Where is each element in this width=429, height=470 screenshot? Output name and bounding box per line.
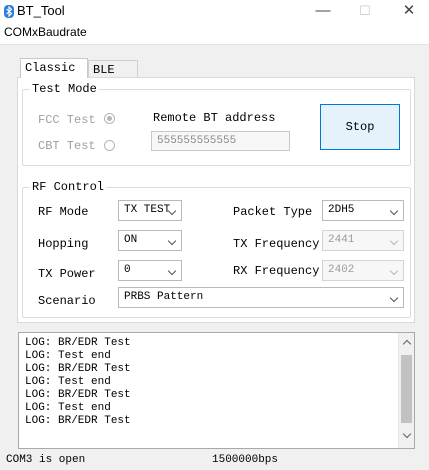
bluetooth-icon xyxy=(4,5,14,18)
cbt-test-radio[interactable] xyxy=(104,140,115,151)
tx-power-value: 0 xyxy=(124,264,131,276)
tx-power-select[interactable]: 0 xyxy=(118,260,182,281)
packet-type-select[interactable]: 2DH5 xyxy=(322,200,404,221)
hopping-select[interactable]: ON xyxy=(118,230,182,251)
remote-bt-address-label: Remote BT address xyxy=(153,111,276,125)
log-line: LOG: BR/EDR Test xyxy=(25,363,131,375)
scenario-value: PRBS Pattern xyxy=(124,291,204,303)
log-line: LOG: Test end xyxy=(25,402,111,414)
rx-frequency-label: RX Frequency xyxy=(233,264,320,278)
hopping-label: Hopping xyxy=(38,237,89,251)
rx-frequency-select[interactable]: 2402 xyxy=(322,260,404,281)
chevron-down-icon xyxy=(389,206,399,216)
log-scrollbar[interactable] xyxy=(398,333,414,448)
chevron-down-icon xyxy=(167,266,177,276)
tx-power-label: TX Power xyxy=(38,267,96,281)
hopping-value: ON xyxy=(124,234,138,246)
rf-mode-value: TX TEST xyxy=(124,204,171,216)
fcc-test-radio[interactable] xyxy=(104,113,115,124)
tab-ble[interactable]: BLE xyxy=(88,60,138,78)
title-bar[interactable]: BT_Tool — ☐ ✕ xyxy=(0,0,429,22)
scroll-thumb[interactable] xyxy=(401,355,412,423)
menu-comx[interactable]: COMx xyxy=(4,25,38,39)
remote-bt-address-field[interactable]: 555555555555 xyxy=(151,131,290,151)
tx-frequency-value: 2441 xyxy=(328,234,355,246)
rf-mode-label: RF Mode xyxy=(38,205,89,219)
scenario-label: Scenario xyxy=(38,294,96,308)
fcc-test-label: FCC Test xyxy=(38,113,96,127)
close-button[interactable]: ✕ xyxy=(394,2,424,20)
log-line: LOG: Test end xyxy=(25,376,111,388)
tx-frequency-select[interactable]: 2441 xyxy=(322,230,404,251)
scenario-select[interactable]: PRBS Pattern xyxy=(118,287,404,308)
scroll-down-icon[interactable] xyxy=(402,429,412,439)
log-line: LOG: BR/EDR Test xyxy=(25,337,131,349)
chevron-down-icon xyxy=(389,236,399,246)
status-port: COM3 is open xyxy=(6,454,86,466)
log-line: LOG: BR/EDR Test xyxy=(25,415,131,427)
chevron-down-icon xyxy=(389,293,399,303)
packet-type-value: 2DH5 xyxy=(328,204,355,216)
tab-classic[interactable]: Classic xyxy=(20,58,88,78)
minimize-button[interactable]: — xyxy=(308,2,338,20)
menu-bar: COMx Baudrate xyxy=(0,22,429,45)
cbt-test-label: CBT Test xyxy=(38,139,96,153)
scroll-up-icon[interactable] xyxy=(402,339,412,349)
test-mode-legend: Test Mode xyxy=(30,82,99,96)
log-line: LOG: Test end xyxy=(25,350,111,362)
window-title: BT_Tool xyxy=(17,3,65,18)
rx-frequency-value: 2402 xyxy=(328,264,355,276)
log-line: LOG: BR/EDR Test xyxy=(25,389,131,401)
rf-control-legend: RF Control xyxy=(30,180,107,194)
chevron-down-icon xyxy=(389,266,399,276)
chevron-down-icon xyxy=(167,236,177,246)
packet-type-label: Packet Type xyxy=(233,205,313,219)
tx-frequency-label: TX Frequency xyxy=(233,237,320,251)
stop-button[interactable]: Stop xyxy=(320,104,400,150)
status-baudrate: 1500000bps xyxy=(212,454,279,466)
menu-baudrate[interactable]: Baudrate xyxy=(38,25,87,39)
maximize-button[interactable]: ☐ xyxy=(350,2,380,20)
rf-mode-select[interactable]: TX TEST xyxy=(118,200,182,221)
log-textarea[interactable]: LOG: BR/EDR Test LOG: Test end LOG: BR/E… xyxy=(18,332,415,449)
